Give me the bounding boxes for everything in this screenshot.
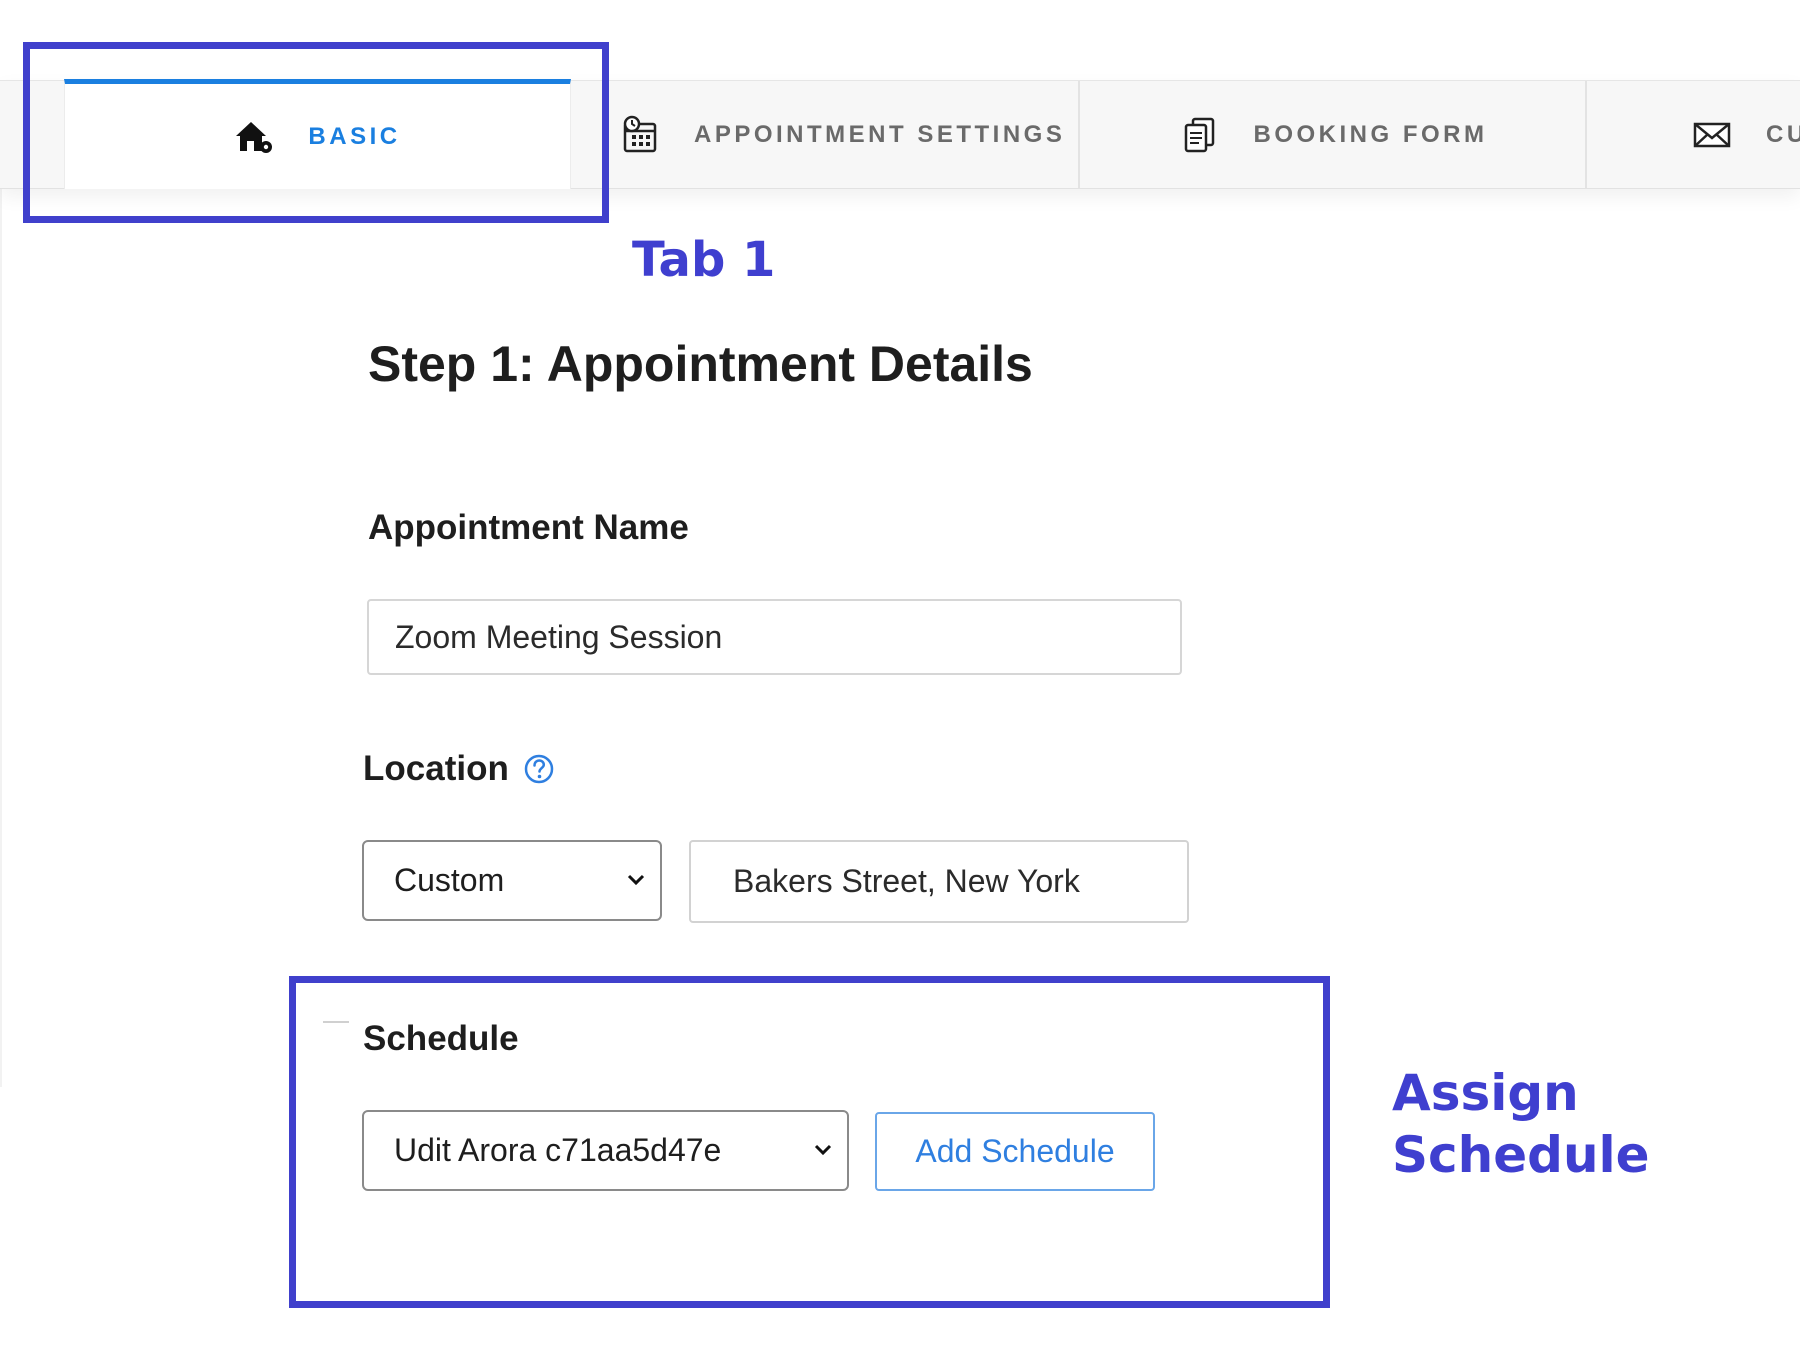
tab-cu[interactable]: CU: [1589, 81, 1800, 188]
annotation-schedule-box: [289, 976, 1330, 1308]
location-label: Location: [363, 749, 509, 788]
appointment-name-value: Zoom Meeting Session: [395, 618, 723, 655]
tab-booking-form[interactable]: BOOKING FORM: [1082, 81, 1587, 188]
page-title: Step 1: Appointment Details: [368, 336, 1033, 392]
tab-appointment-settings[interactable]: APPOINTMENT SETTINGS: [610, 81, 1080, 188]
tab-appointment-settings-label: APPOINTMENT SETTINGS: [694, 120, 1066, 148]
location-address-input[interactable]: Bakers Street, New York: [689, 840, 1189, 923]
annotation-tab-box: [23, 42, 609, 223]
location-address-value: Bakers Street, New York: [733, 863, 1080, 899]
page: BASIC APPOINTMENT SETTINGS BOOKING FORM …: [0, 0, 1800, 1368]
appointment-name-label: Appointment Name: [368, 508, 689, 547]
chevron-down-icon: [627, 874, 645, 885]
calendar-clock-icon: [620, 115, 660, 155]
tab-cu-label: CU: [1766, 120, 1800, 148]
annotation-tab-label: Tab 1: [632, 232, 776, 288]
appointment-name-input[interactable]: Zoom Meeting Session: [367, 599, 1182, 675]
tab-booking-form-label: BOOKING FORM: [1253, 120, 1488, 148]
left-edge-line: [0, 187, 2, 1087]
annotation-schedule-line1: Assign: [1392, 1064, 1579, 1122]
annotation-schedule-line2: Schedule: [1392, 1126, 1650, 1184]
question-circle-icon[interactable]: [523, 753, 555, 785]
document-copy-icon: [1180, 115, 1220, 155]
location-type-select[interactable]: Custom: [362, 840, 662, 921]
annotation-schedule-label: Assign Schedule: [1392, 1062, 1752, 1186]
envelope-icon: [1692, 115, 1732, 155]
location-type-value: Custom: [394, 862, 505, 898]
